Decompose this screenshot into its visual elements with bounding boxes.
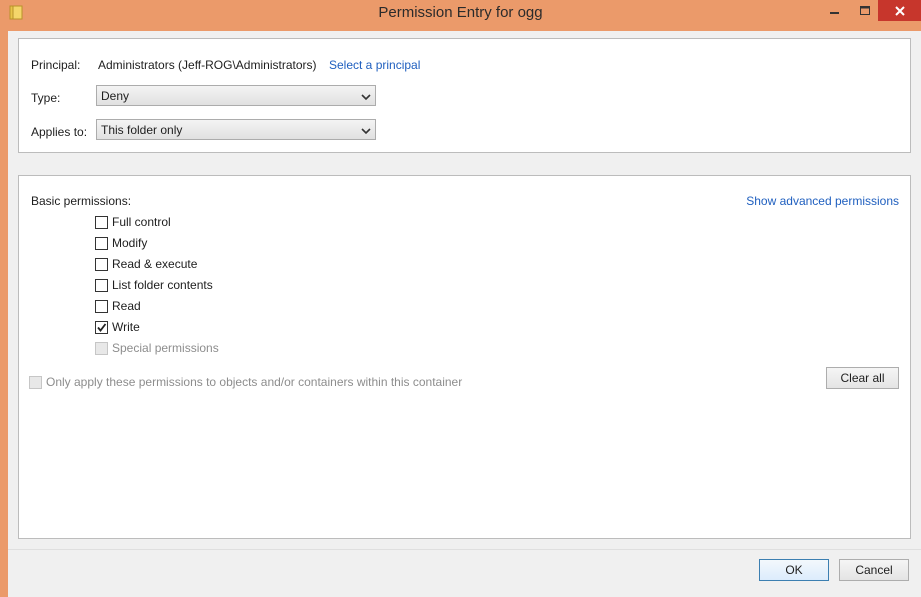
principal-panel: Principal: Administrators (Jeff-ROG\Admi… [18, 38, 911, 153]
show-advanced-permissions-link[interactable]: Show advanced permissions [746, 194, 899, 208]
type-select-value: Deny [101, 89, 130, 103]
permission-checkbox[interactable] [95, 236, 108, 250]
ok-button[interactable]: OK [759, 559, 829, 581]
permissions-panel: Basic permissions: Show advanced permiss… [18, 175, 911, 539]
title-bar: Permission Entry for ogg [0, 0, 921, 30]
principal-label: Principal: [31, 58, 81, 72]
permission-row: Special permissions [95, 340, 219, 356]
permission-row[interactable]: Full control [95, 214, 171, 230]
permission-row[interactable]: Read [95, 298, 141, 314]
close-button[interactable] [878, 0, 921, 21]
permission-label: Special permissions [112, 341, 219, 355]
principal-value: Administrators (Jeff-ROG\Administrators) [98, 58, 317, 72]
only-apply-label: Only apply these permissions to objects … [46, 375, 463, 389]
applies-to-label: Applies to: [31, 125, 88, 139]
only-apply-row[interactable]: Only apply these permissions to objects … [29, 374, 462, 390]
footer-divider [8, 549, 921, 550]
only-apply-checkbox[interactable] [29, 375, 42, 389]
permission-label: Read & execute [112, 257, 198, 271]
type-label: Type: [31, 91, 61, 105]
checkmark-icon [97, 322, 107, 332]
chevron-down-icon [361, 125, 371, 135]
permission-label: Modify [112, 236, 148, 250]
dialog-body: Principal: Administrators (Jeff-ROG\Admi… [8, 31, 921, 597]
permission-label: Full control [112, 215, 171, 229]
basic-permissions-label: Basic permissions: [31, 194, 132, 208]
select-principal-link[interactable]: Select a principal [329, 58, 420, 72]
permission-row[interactable]: Read & execute [95, 256, 197, 272]
window-title: Permission Entry for ogg [378, 4, 543, 21]
permission-checkbox[interactable] [95, 299, 108, 313]
permission-checkbox[interactable] [95, 278, 108, 292]
permission-checkbox[interactable] [95, 257, 108, 271]
applies-to-select[interactable]: This folder only [96, 119, 376, 140]
minimize-button[interactable] [818, 0, 852, 21]
permission-checkbox [95, 341, 108, 355]
close-icon [894, 5, 905, 16]
permission-row[interactable]: Write [95, 319, 140, 335]
permission-row[interactable]: List folder contents [95, 277, 213, 293]
maximize-button[interactable] [852, 0, 878, 21]
permission-label: Read [112, 299, 141, 313]
permission-label: Write [112, 320, 140, 334]
permission-checkbox[interactable] [95, 215, 108, 229]
type-select[interactable]: Deny [96, 85, 376, 106]
cancel-button[interactable]: Cancel [839, 559, 909, 581]
permission-checkbox[interactable] [95, 320, 108, 334]
applies-to-select-value: This folder only [101, 123, 183, 137]
chevron-down-icon [361, 91, 371, 101]
permission-label: List folder contents [112, 278, 213, 292]
permission-row[interactable]: Modify [95, 235, 147, 251]
clear-all-button[interactable]: Clear all [826, 367, 899, 389]
